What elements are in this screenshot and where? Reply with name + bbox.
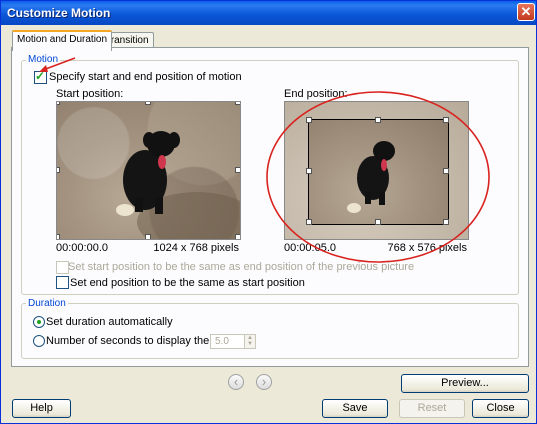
title-bar: Customize Motion ✕ (1, 1, 536, 25)
seconds-stepper[interactable]: 5.0 ▲ ▼ (210, 334, 256, 349)
annotation-arrow (39, 57, 76, 72)
close-button[interactable]: Close (472, 399, 529, 418)
window-title: Customize Motion (7, 6, 111, 20)
set-duration-auto-label: Set duration automatically (46, 316, 173, 328)
number-of-seconds-radio[interactable] (33, 335, 45, 347)
annotation-ellipse (266, 91, 490, 263)
save-button[interactable]: Save (322, 399, 388, 418)
stepper-down-icon[interactable]: ▼ (245, 341, 255, 347)
same-as-previous-label: Set start position to be the same as end… (68, 261, 415, 273)
start-time-readout: 00:00:00.0 (56, 242, 108, 254)
resize-handle[interactable] (145, 234, 151, 239)
reset-button[interactable]: Reset (399, 399, 465, 418)
tab-label: Motion and Duration (17, 34, 108, 45)
duration-group (21, 303, 519, 359)
chevron-right-icon: › (261, 374, 267, 389)
previous-picture-button[interactable]: ‹ (228, 374, 244, 390)
set-duration-auto-radio[interactable] (33, 316, 45, 328)
resize-handle[interactable] (57, 102, 60, 105)
stepper-arrows[interactable]: ▲ ▼ (244, 335, 255, 348)
chevron-left-icon: ‹ (233, 374, 239, 389)
start-position-image[interactable] (56, 101, 241, 240)
tab-motion-and-duration[interactable]: Motion and Duration (12, 30, 113, 51)
radio-dot (37, 320, 41, 324)
start-position-label: Start position: (56, 88, 124, 100)
resize-handle[interactable] (235, 102, 240, 105)
resize-handle[interactable] (235, 234, 240, 239)
resize-handle[interactable] (235, 167, 240, 173)
help-button[interactable]: Help (12, 399, 71, 418)
dog-image (116, 131, 240, 239)
preview-button[interactable]: Preview... (401, 374, 529, 393)
resize-handle[interactable] (57, 234, 60, 239)
resize-handle[interactable] (57, 167, 60, 173)
end-same-as-start-label: Set end position to be the same as start… (70, 277, 305, 289)
customize-motion-dialog: Customize Motion ✕ Motion and Duration T… (0, 0, 537, 424)
close-window-button[interactable]: ✕ (517, 3, 535, 21)
resize-handle[interactable] (145, 102, 151, 105)
close-icon: ✕ (520, 4, 532, 19)
duration-group-label: Duration (26, 298, 68, 309)
seconds-value: 5.0 (215, 336, 229, 347)
next-picture-button[interactable]: › (256, 374, 272, 390)
end-same-as-start-checkbox[interactable] (56, 276, 69, 289)
start-size-readout: 1024 x 768 pixels (153, 242, 239, 254)
